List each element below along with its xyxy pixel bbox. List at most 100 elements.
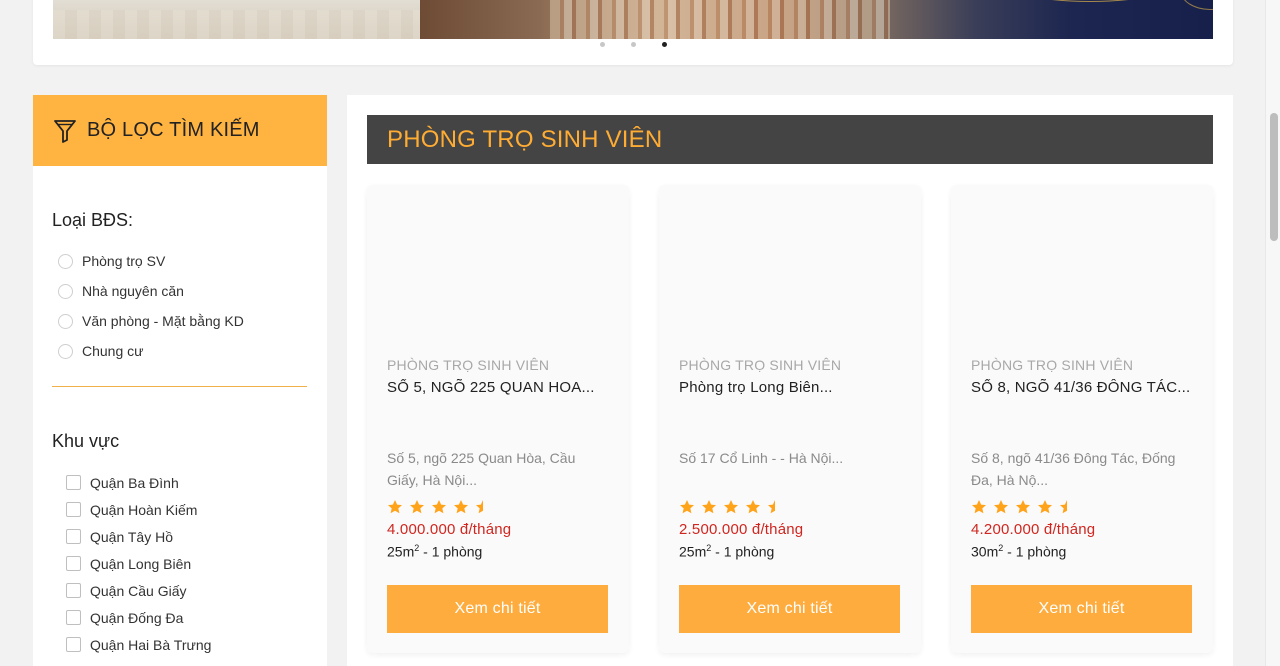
listing-card[interactable]: PHÒNG TRỌ SINH VIÊN Phòng trọ Long Biên.… [659, 185, 921, 653]
listing-address: Số 8, ngõ 41/36 Đông Tác, Đống Đa, Hà Nộ… [971, 450, 1176, 488]
star-full-icon [746, 500, 760, 514]
star-full-icon [702, 500, 716, 514]
listing-category: PHÒNG TRỌ SINH VIÊN [387, 357, 550, 373]
property-type-title: Loại BĐS: [52, 210, 134, 230]
listing-area: 25m2 - 1 phòng [387, 543, 482, 560]
checkbox[interactable] [66, 529, 81, 544]
view-detail-button[interactable]: Xem chi tiết [387, 585, 608, 633]
option-label: Quận Tây Hồ [90, 528, 174, 545]
option-label: Nhà nguyên căn [82, 283, 184, 299]
section-header: PHÒNG TRỌ SINH VIÊN [367, 115, 1213, 164]
star-full-icon [1016, 500, 1030, 514]
property-type-option[interactable]: Văn phòng - Mặt bằng KD [58, 306, 327, 336]
carousel-dot[interactable] [630, 42, 636, 47]
area-rooms: - 1 phòng [711, 543, 775, 560]
radio-button[interactable] [58, 343, 73, 359]
area-option[interactable]: Quận Hoàn Kiếm [66, 496, 327, 523]
property-type-option[interactable]: Chung cư [58, 336, 327, 366]
area-option[interactable]: Quận Đống Đa [66, 604, 327, 631]
star-full-icon [680, 500, 694, 514]
star-full-icon [454, 500, 468, 514]
filter-icon [54, 119, 76, 143]
scrollbar-thumb[interactable] [1270, 113, 1278, 241]
area-option[interactable]: Quận Hai Bà Trưng [66, 631, 327, 658]
listing-area: 30m2 - 1 phòng [971, 543, 1066, 560]
area-value: 30m [971, 543, 999, 560]
listing-image[interactable] [367, 185, 629, 345]
listing-title[interactable]: SỐ 5, NGÕ 225 QUAN HOA... [387, 379, 609, 396]
filter-header: BỘ LỌC TÌM KIẾM [33, 95, 327, 166]
rating-stars [971, 499, 1075, 515]
area-options: Quận Ba Đình Quận Hoàn Kiếm Quận Tây Hồ … [66, 469, 327, 658]
view-detail-button[interactable]: Xem chi tiết [971, 585, 1192, 633]
search-filter-sidebar: BỘ LỌC TÌM KIẾM Loại BĐS: Phòng trọ SV N… [33, 95, 327, 666]
option-label: Quận Ba Đình [90, 474, 179, 491]
page-scrollbar[interactable] [1265, 0, 1280, 666]
listing-title[interactable]: Phòng trọ Long Biên... [679, 379, 901, 396]
listing-image[interactable] [659, 185, 921, 345]
banner-carousel[interactable] [53, 0, 1213, 39]
star-half-icon [1060, 500, 1067, 514]
option-label: Quận Long Biên [90, 555, 192, 572]
star-full-icon [724, 500, 738, 514]
star-half-icon [476, 500, 483, 514]
section-title: PHÒNG TRỌ SINH VIÊN [387, 125, 663, 153]
listing-address: Số 5, ngõ 225 Quan Hòa, Cầu Giấy, Hà Nội… [387, 450, 576, 488]
area-option[interactable]: Quận Tây Hồ [66, 523, 327, 550]
carousel-dot-active[interactable] [661, 42, 667, 47]
view-detail-button[interactable]: Xem chi tiết [679, 585, 900, 633]
rating-stars [679, 499, 783, 515]
property-type-options: Phòng trọ SV Nhà nguyên căn Văn phòng - … [58, 246, 327, 366]
area-option[interactable]: Quận Long Biên [66, 550, 327, 577]
banner-image-right [420, 0, 1213, 39]
filter-title: BỘ LỌC TÌM KIẾM [87, 119, 260, 141]
carousel-dot[interactable] [599, 42, 605, 47]
property-type-option[interactable]: Phòng trọ SV [58, 246, 327, 276]
carousel-dots [33, 42, 1233, 47]
checkbox[interactable] [66, 556, 81, 571]
option-label: Văn phòng - Mặt bằng KD [82, 313, 244, 329]
star-full-icon [388, 500, 402, 514]
area-title: Khu vực [52, 431, 120, 451]
area-rooms: - 1 phòng [1003, 543, 1067, 560]
listing-card[interactable]: PHÒNG TRỌ SINH VIÊN SỐ 8, NGÕ 41/36 ĐÔNG… [951, 185, 1213, 653]
listing-card[interactable]: PHÒNG TRỌ SINH VIÊN SỐ 5, NGÕ 225 QUAN H… [367, 185, 629, 653]
area-value: 25m [387, 543, 415, 560]
option-label: Quận Đống Đa [90, 609, 184, 626]
rating-stars [387, 499, 491, 515]
area-option[interactable]: Quận Cầu Giấy [66, 577, 327, 604]
listing-price: 4.000.000 đ/tháng [387, 521, 512, 538]
option-label: Chung cư [82, 343, 144, 359]
radio-button[interactable] [58, 283, 73, 299]
checkbox[interactable] [66, 610, 81, 625]
property-type-option[interactable]: Nhà nguyên căn [58, 276, 327, 306]
star-full-icon [994, 500, 1008, 514]
checkbox[interactable] [66, 637, 81, 652]
area-rooms: - 1 phòng [419, 543, 483, 560]
checkbox[interactable] [66, 583, 81, 598]
radio-button[interactable] [58, 313, 73, 329]
option-label: Quận Cầu Giấy [90, 582, 187, 599]
option-label: Quận Hoàn Kiếm [90, 501, 198, 518]
listing-title[interactable]: SỐ 8, NGÕ 41/36 ĐÔNG TÁC... [971, 379, 1193, 396]
star-full-icon [432, 500, 446, 514]
checkbox[interactable] [66, 475, 81, 490]
star-half-icon [768, 500, 775, 514]
star-full-icon [1038, 500, 1052, 514]
checkbox[interactable] [66, 502, 81, 517]
listing-category: PHÒNG TRỌ SINH VIÊN [971, 357, 1134, 373]
listing-price: 2.500.000 đ/tháng [679, 521, 804, 538]
banner-decoration [1180, 0, 1213, 10]
star-full-icon [972, 500, 986, 514]
listing-category: PHÒNG TRỌ SINH VIÊN [679, 357, 842, 373]
banner-card [33, 0, 1233, 65]
listing-image[interactable] [951, 185, 1213, 345]
option-label: Phòng trọ SV [82, 253, 166, 269]
area-option[interactable]: Quận Ba Đình [66, 469, 327, 496]
listing-address: Số 17 Cổ Linh - - Hà Nội... [679, 450, 844, 466]
option-label: Quận Hai Bà Trưng [90, 636, 212, 653]
listing-area: 25m2 - 1 phòng [679, 543, 774, 560]
banner-decoration [990, 0, 1190, 2]
star-full-icon [410, 500, 424, 514]
radio-button[interactable] [58, 253, 73, 269]
